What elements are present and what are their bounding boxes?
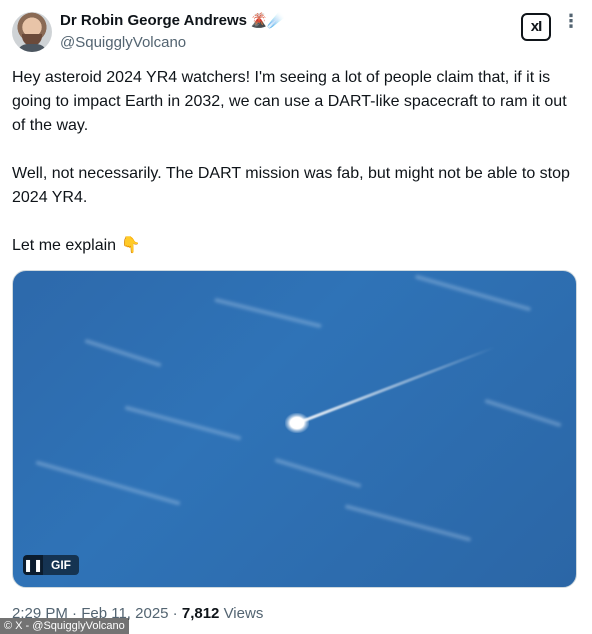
star-streak bbox=[84, 338, 162, 368]
views-count: 7,812 bbox=[181, 605, 220, 622]
meta-separator: · bbox=[168, 605, 182, 622]
pause-icon[interactable]: ❚❚ bbox=[23, 555, 43, 575]
author-display-name[interactable]: Dr Robin George Andrews 🌋☄️ bbox=[60, 10, 285, 31]
grok-icon[interactable]: xI bbox=[521, 13, 551, 41]
tweet-text: Hey asteroid 2024 YR4 watchers! I'm seei… bbox=[12, 66, 580, 258]
star-streak bbox=[414, 274, 532, 312]
star-streak bbox=[274, 457, 362, 489]
tweet-paragraph-1: Hey asteroid 2024 YR4 watchers! I'm seei… bbox=[12, 69, 567, 134]
tweet-paragraph-3: Let me explain 👇 bbox=[12, 237, 141, 254]
star-streak bbox=[35, 460, 181, 506]
more-options-icon[interactable]: ⋮ bbox=[562, 12, 580, 34]
image-watermark: © X - @SquigglyVolcano bbox=[0, 618, 129, 634]
asteroid-impact-flash bbox=[285, 413, 309, 433]
star-streak bbox=[344, 504, 472, 542]
tweet-paragraph-2: Well, not necessarily. The DART mission … bbox=[12, 165, 570, 206]
gif-label: GIF bbox=[43, 555, 79, 575]
ejecta-plume bbox=[298, 345, 496, 424]
author-handle[interactable]: @SquigglyVolcano bbox=[60, 33, 285, 53]
star-streak bbox=[124, 405, 242, 441]
views-label: Views bbox=[219, 605, 264, 622]
name-emojis: 🌋☄️ bbox=[249, 12, 285, 28]
tweet-header: Dr Robin George Andrews 🌋☄️ @SquigglyVolc… bbox=[12, 10, 580, 56]
star-streak bbox=[214, 297, 322, 329]
star-streak bbox=[484, 398, 562, 428]
display-name-text[interactable]: Dr Robin George Andrews bbox=[60, 12, 247, 29]
tweet-media-gif[interactable]: ❚❚ GIF bbox=[12, 270, 577, 588]
author-names: Dr Robin George Andrews 🌋☄️ @SquigglyVolc… bbox=[60, 10, 285, 53]
avatar[interactable] bbox=[12, 12, 52, 52]
gif-badge[interactable]: ❚❚ GIF bbox=[23, 555, 79, 575]
avatar-shirt bbox=[16, 44, 48, 52]
